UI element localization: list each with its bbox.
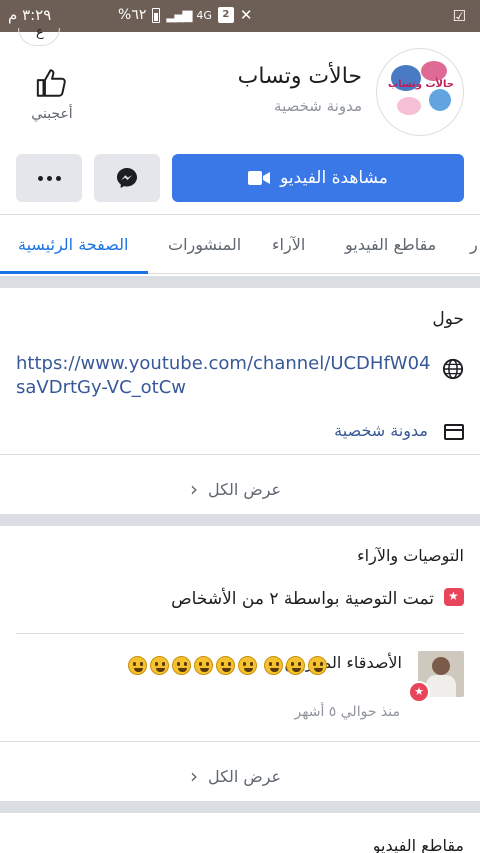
profile-picture[interactable]: حالأت وتساب: [376, 48, 464, 136]
page-tabs: الصفحة الرئيسية المنشورات الآراء مقاطع ا…: [0, 214, 480, 274]
separator: [16, 633, 464, 634]
separator: [0, 741, 480, 742]
more-icon: [37, 175, 61, 181]
video-camera-icon: [248, 171, 271, 185]
chevron-left-icon: ‹: [190, 764, 198, 788]
about-title: حول: [432, 309, 464, 329]
recommend-icon: [444, 588, 464, 606]
grinning-face-emoji-icon: [308, 656, 327, 675]
tab-posts[interactable]: المنشورات: [168, 235, 241, 254]
review-time: منذ حوالي ٥ أشهر: [294, 704, 400, 720]
sim-indicator: 2: [217, 7, 234, 23]
previous-avatar-peek: ع: [18, 25, 60, 46]
grinning-face-emoji-icon: [238, 656, 257, 675]
checkbox-icon: ☑: [452, 7, 466, 25]
tab-reviews[interactable]: الآراء: [272, 235, 305, 254]
recommendations-see-all-label: عرض الكل: [208, 766, 282, 786]
signal-icon: ▂▄▆: [166, 7, 192, 23]
section-divider: [0, 801, 480, 813]
website-link[interactable]: https://www.youtube.com/channel/UCDHfW04…: [16, 352, 436, 400]
battery-icon: [152, 7, 161, 23]
tab-videos[interactable]: مقاطع الفيديو: [345, 235, 436, 254]
recommend-badge-icon: ★: [408, 681, 430, 703]
section-divider: [0, 514, 480, 526]
profile-picture-text: حالأت وتساب: [388, 79, 454, 90]
network-type: 4G: [196, 8, 212, 22]
section-divider: [0, 276, 480, 288]
tab-home[interactable]: الصفحة الرئيسية: [18, 235, 128, 254]
mute-icon: ✕: [239, 6, 253, 24]
grinning-face-emoji-icon: [172, 656, 191, 675]
page-name: حالأت وتساب: [237, 64, 362, 89]
globe-icon: [442, 358, 464, 380]
status-time: ٣:٢٩ م: [8, 6, 52, 24]
active-tab-indicator: [0, 271, 148, 274]
like-label: أعجبني: [31, 106, 73, 122]
peek-glyph: ع: [36, 25, 44, 40]
grinning-face-emoji-icon: [264, 656, 283, 675]
tab-more-partial[interactable]: ر: [470, 235, 478, 254]
grinning-face-emoji-icon: [194, 656, 213, 675]
about-see-all-button[interactable]: عرض الكل ‹: [190, 477, 281, 501]
recommendations-title: التوصيات والآراء: [357, 546, 464, 565]
status-icons: %٦٢ ▂▄▆ 4G 2 ✕: [118, 6, 252, 24]
watch-video-label: مشاهدة الفيديو: [280, 168, 388, 188]
recommendation-summary: تمت التوصية بواسطة ٢ من الأشخاص: [171, 589, 434, 609]
grinning-face-emoji-icon: [128, 656, 147, 675]
category-icon: [444, 424, 464, 440]
like-button[interactable]: أعجبني: [24, 66, 80, 122]
about-see-all-label: عرض الكل: [208, 479, 282, 499]
grinning-face-emoji-icon: [286, 656, 305, 675]
more-button[interactable]: [16, 154, 82, 202]
grinning-face-emoji-icon: [150, 656, 169, 675]
thumbs-up-icon: [36, 69, 66, 97]
page-category: مدونة شخصية: [274, 97, 362, 115]
separator: [0, 454, 480, 455]
chevron-left-icon: ‹: [190, 477, 198, 501]
recommendations-see-all-button[interactable]: عرض الكل ‹: [190, 764, 281, 788]
videos-section-title: مقاطع الفيديو: [372, 836, 464, 853]
battery-percent: %٦٢: [118, 7, 147, 23]
review-emojis: [128, 656, 327, 675]
messenger-icon: [117, 168, 137, 188]
watch-video-button[interactable]: مشاهدة الفيديو: [172, 154, 464, 202]
messenger-button[interactable]: [94, 154, 160, 202]
category-link[interactable]: مدونة شخصية: [334, 421, 428, 440]
status-bar: ٣:٢٩ م %٦٢ ▂▄▆ 4G 2 ✕ ☑: [0, 0, 480, 32]
grinning-face-emoji-icon: [216, 656, 235, 675]
